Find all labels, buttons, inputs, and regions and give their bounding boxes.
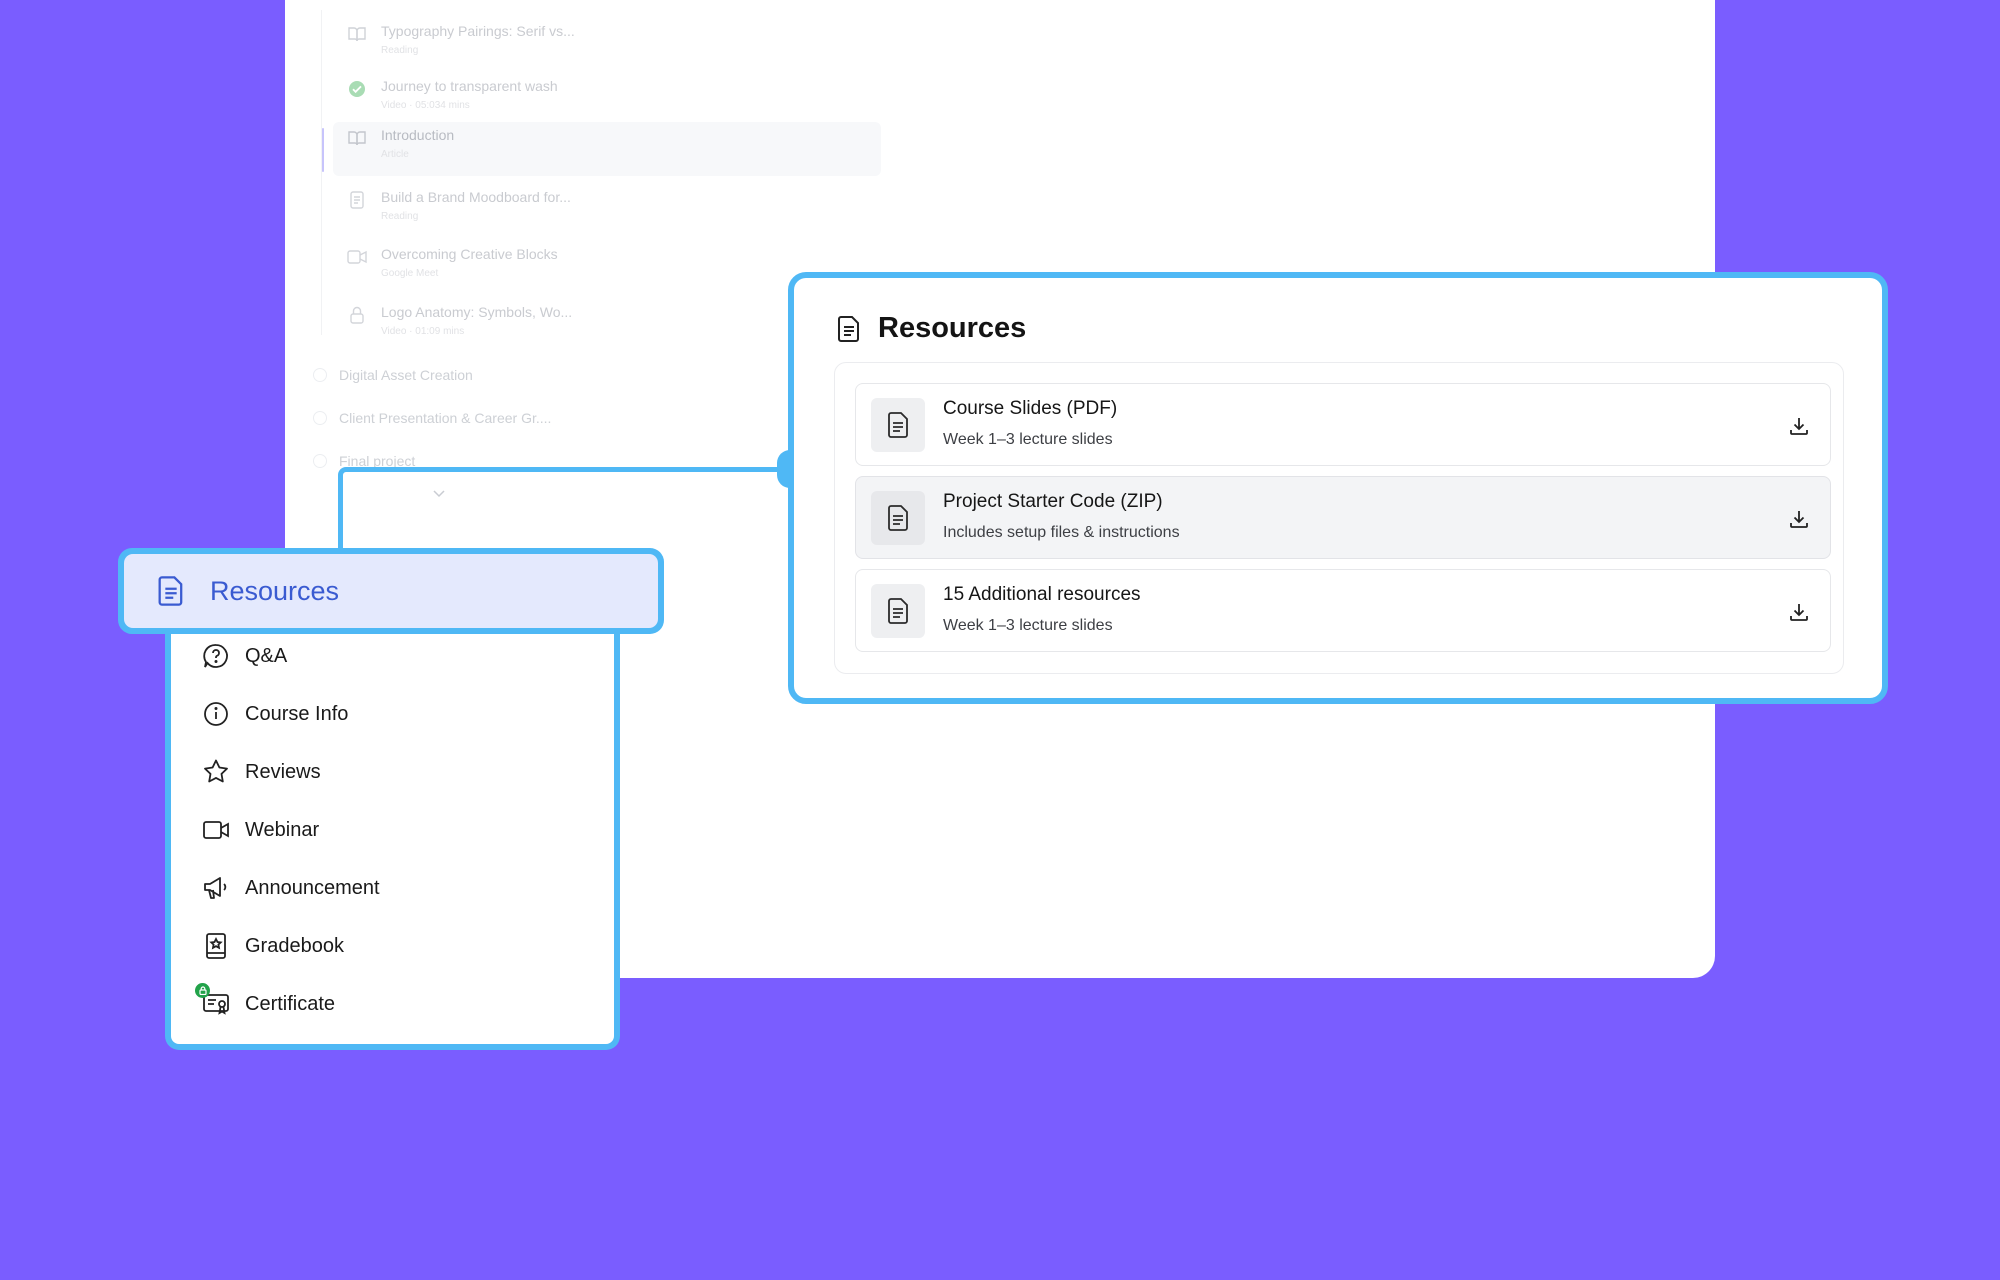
section-status-circle	[313, 368, 327, 382]
lesson-item[interactable]: Typography Pairings: Serif vs... Reading	[333, 18, 881, 72]
resources-list: Course Slides (PDF) Week 1–3 lecture sli…	[834, 362, 1844, 674]
megaphone-icon	[201, 873, 231, 903]
resources-header: Resources	[834, 312, 1026, 345]
resources-title: Resources	[878, 312, 1027, 344]
resource-title: 15 Additional resources	[943, 584, 1141, 605]
menu-item-label: Reviews	[245, 760, 321, 783]
section-item[interactable]: Digital Asset Creation	[313, 362, 473, 388]
menu-item-label: Certificate	[245, 992, 336, 1015]
video-camera-icon	[201, 815, 231, 845]
lesson-meta: Reading	[381, 211, 419, 222]
info-icon	[201, 699, 231, 729]
active-lesson-indicator	[322, 128, 324, 172]
menu-item-course-info[interactable]: Course Info	[201, 694, 348, 734]
lesson-title: Logo Anatomy: Symbols, Wo...	[381, 304, 573, 320]
document-icon	[834, 314, 864, 344]
certificate-icon	[195, 983, 231, 1019]
file-icon	[871, 398, 925, 452]
resource-description: Week 1–3 lecture slides	[943, 617, 1113, 634]
menu-item-label: Course Info	[245, 702, 349, 725]
resource-item[interactable]: 15 Additional resources Week 1–3 lecture…	[855, 569, 1831, 652]
download-icon[interactable]	[1786, 413, 1812, 439]
file-icon	[871, 491, 925, 545]
resource-title: Course Slides (PDF)	[943, 398, 1118, 419]
menu-item-label: Gradebook	[245, 934, 344, 957]
menu-item-label: Q&A	[245, 644, 288, 667]
lesson-title: Journey to transparent wash	[381, 78, 558, 94]
lock-icon	[347, 305, 367, 325]
menu-item-resources-active[interactable]: Resources	[118, 548, 664, 634]
lock-icon	[195, 983, 210, 998]
video-icon	[347, 247, 367, 267]
check-circle-icon	[347, 79, 367, 99]
document-icon	[154, 574, 188, 608]
lesson-meta: Article	[381, 149, 409, 160]
file-icon	[871, 584, 925, 638]
lesson-meta: Video · 01:09 mins	[381, 326, 465, 337]
menu-item-resources-inner: Resources	[124, 554, 658, 628]
menu-item-certificate[interactable]: Certificate	[195, 983, 336, 1024]
book-icon	[347, 128, 367, 148]
callout-connector-line	[338, 467, 790, 552]
menu-item-label: Resources	[210, 575, 340, 606]
resource-item[interactable]: Project Starter Code (ZIP) Includes setu…	[855, 476, 1831, 559]
resource-description: Week 1–3 lecture slides	[943, 431, 1113, 448]
download-icon[interactable]	[1786, 599, 1812, 625]
lesson-meta: Google Meet	[381, 268, 439, 279]
resource-description: Includes setup files & instructions	[943, 524, 1180, 541]
menu-item-label: Announcement	[245, 876, 380, 899]
lesson-title: Introduction	[381, 127, 455, 143]
lesson-title: Build a Brand Moodboard for...	[381, 189, 571, 205]
gradebook-icon	[201, 931, 231, 961]
resource-item[interactable]: Course Slides (PDF) Week 1–3 lecture sli…	[855, 383, 1831, 466]
menu-item-webinar[interactable]: Webinar	[201, 810, 319, 850]
lesson-item[interactable]: Build a Brand Moodboard for... Reading	[333, 184, 881, 238]
outline-tree-line	[321, 10, 322, 335]
lesson-meta: Reading	[381, 45, 419, 56]
lesson-item[interactable]: Journey to transparent wash Video · 05:0…	[333, 73, 881, 127]
section-title: Client Presentation & Career Gr....	[339, 410, 552, 426]
book-icon	[347, 24, 367, 44]
lesson-meta: Video · 05:034 mins	[381, 100, 470, 111]
section-status-circle	[313, 454, 327, 468]
course-tools-menu: Q&A Course Info Reviews Webinar Announce…	[165, 600, 620, 1050]
lesson-item-active[interactable]: Introduction Article	[333, 122, 881, 176]
resource-title: Project Starter Code (ZIP)	[943, 491, 1163, 512]
section-title: Digital Asset Creation	[339, 367, 473, 383]
question-icon	[201, 641, 231, 671]
lesson-title: Typography Pairings: Serif vs...	[381, 23, 575, 39]
menu-item-label: Webinar	[245, 818, 320, 841]
document-icon	[347, 190, 367, 210]
menu-item-reviews[interactable]: Reviews	[201, 752, 321, 792]
section-item[interactable]: Client Presentation & Career Gr....	[313, 405, 551, 431]
menu-item-announcement[interactable]: Announcement	[201, 868, 380, 908]
menu-item-gradebook[interactable]: Gradebook	[201, 926, 344, 966]
download-icon[interactable]	[1786, 506, 1812, 532]
star-icon	[201, 757, 231, 787]
lesson-title: Overcoming Creative Blocks	[381, 246, 558, 262]
resources-panel: Resources Course Slides (PDF) Week 1–3 l…	[788, 272, 1888, 704]
section-status-circle	[313, 411, 327, 425]
menu-item-qa[interactable]: Q&A	[201, 636, 287, 676]
